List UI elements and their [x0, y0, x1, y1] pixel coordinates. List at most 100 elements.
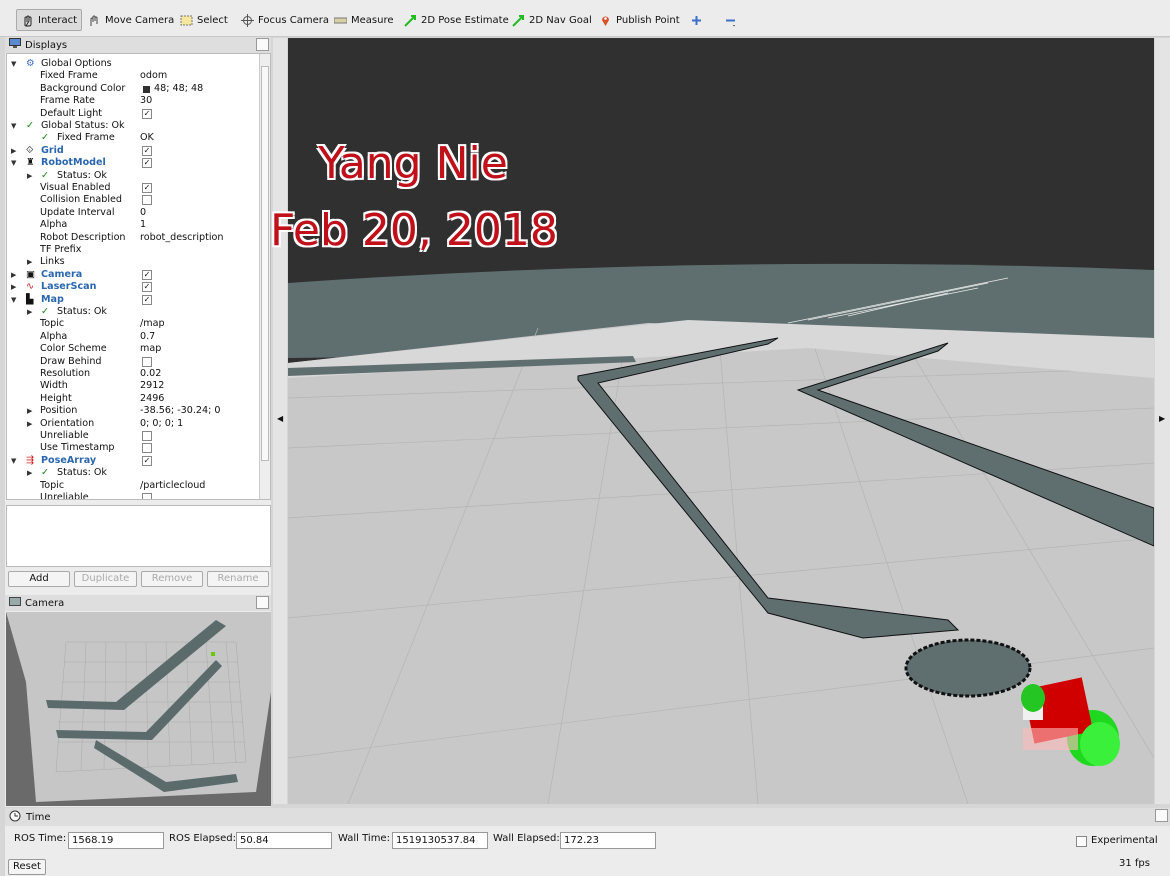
displays-title: Displays	[25, 39, 68, 51]
visual-enabled-checkbox[interactable]: ✓	[142, 183, 152, 193]
tree-row-update-interval[interactable]: Update Interval 0	[7, 207, 259, 219]
green-arrow-icon	[404, 14, 417, 27]
tree-row-use-timestamp[interactable]: Use Timestamp	[7, 442, 259, 454]
laserscan-checkbox[interactable]: ✓	[142, 282, 152, 293]
tree-row-draw-behind[interactable]: Draw Behind	[7, 356, 259, 368]
undock-button[interactable]	[256, 38, 269, 51]
map-checkbox[interactable]: ✓	[142, 294, 152, 305]
tree-row-width[interactable]: Width 2912	[7, 380, 259, 392]
nav-goal-tool[interactable]: 2D Nav Goal	[508, 9, 596, 31]
add-button[interactable]: Add	[8, 571, 70, 587]
robotmodel-checkbox[interactable]: ✓	[142, 158, 152, 169]
tree-row-resolution[interactable]: Resolution 0.02	[7, 368, 259, 380]
grid-icon: ⟐	[26, 144, 34, 156]
toolbar: Interact Move Camera Select Focus Camera…	[0, 0, 1170, 37]
time-undock-button[interactable]	[1155, 809, 1168, 822]
tree-row-map[interactable]: ▼ ▙ Map ✓	[7, 294, 259, 306]
publish-point-label: Publish Point	[616, 14, 680, 26]
experimental-label: Experimental	[1091, 835, 1158, 846]
pose-estimate-tool[interactable]: 2D Pose Estimate	[400, 9, 513, 31]
wall-time-field[interactable]: 1519130537.84	[392, 832, 488, 849]
camera-view[interactable]	[6, 612, 271, 806]
camera-undock-button[interactable]	[256, 596, 269, 609]
tree-row-height[interactable]: Height 2496	[7, 393, 259, 405]
tree-row-posearray-topic[interactable]: Topic/particlecloud	[7, 480, 259, 492]
tree-row-robotmodel[interactable]: ▼ ♜ RobotModel ✓	[7, 157, 259, 169]
ros-elapsed-field[interactable]: 50.84	[236, 832, 332, 849]
tree-row-posearray-unreliable[interactable]: Unreliable	[7, 492, 259, 499]
tree-row-orientation[interactable]: ▶ Orientation 0; 0; 0; 1	[7, 418, 259, 430]
check-icon: ✓	[26, 120, 35, 131]
move-camera-label: Move Camera	[105, 14, 175, 26]
green-arrow-icon	[512, 14, 525, 27]
measure-tool[interactable]: Measure	[330, 9, 398, 31]
use-timestamp-checkbox[interactable]	[142, 443, 152, 454]
tree-row-unreliable[interactable]: Unreliable	[7, 430, 259, 442]
tree-row-map-alpha[interactable]: Alpha 0.7	[7, 331, 259, 343]
default-light-checkbox[interactable]: ✓	[142, 108, 152, 119]
draw-behind-checkbox[interactable]	[142, 356, 152, 367]
tree-row-grid[interactable]: ▶ ⟐ Grid ✓	[7, 145, 259, 157]
tree-row-topic[interactable]: Topic/map	[7, 318, 259, 330]
publish-point-tool[interactable]: Publish Point	[595, 9, 684, 31]
interact-tool[interactable]: Interact	[16, 9, 82, 31]
tree-scrollbar[interactable]	[259, 54, 270, 499]
tree-row-global-options[interactable]: ▼ ⚙ Global Options	[7, 58, 259, 70]
rename-button[interactable]: Rename	[207, 571, 269, 587]
tree-row-global-status[interactable]: ▼ ✓ Global Status: Ok	[7, 120, 259, 132]
description-box	[6, 505, 271, 567]
remove-tool-button[interactable]	[720, 9, 741, 31]
crosshair-icon	[241, 13, 254, 27]
add-tool-button[interactable]	[686, 9, 707, 31]
render-viewport[interactable]: Yang Nie	[288, 38, 1154, 804]
right-collapse-strip[interactable]: ▶	[1155, 38, 1170, 804]
tree-row-collision-enabled[interactable]: Collision Enabled	[7, 194, 259, 206]
focus-camera-tool[interactable]: Focus Camera	[237, 9, 333, 31]
select-tool[interactable]: Select	[176, 9, 232, 31]
tree-row-laserscan[interactable]: ▶ ∿ LaserScan ✓	[7, 281, 259, 293]
check-icon: ✓	[41, 132, 50, 144]
tree-row-visual-enabled[interactable]: Visual Enabled ✓	[7, 182, 259, 194]
unreliable-checkbox[interactable]	[142, 431, 152, 441]
tree-row-frame-rate[interactable]: Frame Rate 30	[7, 95, 259, 107]
posearray-checkbox[interactable]: ✓	[142, 455, 152, 466]
camera-icon: ▣	[26, 268, 36, 280]
displays-tree: ▼ ⚙ Global Options Fixed Frame odom Backgro…	[6, 53, 271, 500]
robot-icon: ♜	[26, 157, 35, 169]
wall-time-label: Wall Time:	[338, 833, 390, 844]
tree-row-background-color[interactable]: Background Color 48; 48; 48	[7, 83, 259, 95]
camera-checkbox[interactable]: ✓	[142, 269, 152, 280]
overlay-name-text: Yang Nie	[318, 138, 508, 189]
tree-row-fixed-frame[interactable]: Fixed Frame odom	[7, 70, 259, 82]
duplicate-button[interactable]: Duplicate	[74, 571, 137, 587]
ros-time-field[interactable]: 1568.19	[68, 832, 164, 849]
left-collapse-strip[interactable]: ◀	[273, 38, 287, 804]
map-icon: ▙	[26, 293, 34, 305]
tree-row-robotmodel-status[interactable]: ▶ ✓ Status: Ok	[7, 170, 259, 182]
clock-icon	[9, 810, 21, 825]
tree-row-links[interactable]: ▶ Links	[7, 256, 259, 268]
tree-row-robot-description[interactable]: Robot Description robot_description	[7, 232, 259, 244]
tree-row-tf-prefix[interactable]: TF Prefix	[7, 244, 259, 256]
tree-row-posearray[interactable]: ▼ ⇶ PoseArray ✓	[7, 455, 259, 467]
collision-enabled-checkbox[interactable]	[142, 195, 152, 206]
displays-header: Displays	[5, 37, 271, 53]
camera-header: Camera	[5, 595, 271, 611]
tree-row-camera[interactable]: ▶ ▣ Camera ✓	[7, 269, 259, 281]
grid-checkbox[interactable]: ✓	[142, 145, 152, 156]
tree-row-alpha[interactable]: Alpha 1	[7, 219, 259, 231]
wall-elapsed-field[interactable]: 172.23	[560, 832, 656, 849]
move-camera-tool[interactable]: Move Camera	[84, 9, 178, 31]
tree-row-map-status[interactable]: ▶ ✓ Status: Ok	[7, 306, 259, 318]
tree-row-status-fixed-frame[interactable]: ✓ Fixed Frame OK	[7, 132, 259, 144]
tree-row-color-scheme[interactable]: Color Scheme map	[7, 343, 259, 355]
posearray-unreliable-checkbox[interactable]	[142, 493, 152, 499]
move-camera-icon	[88, 14, 101, 27]
tree-row-position[interactable]: ▶ Position -38.56; -30.24; 0	[7, 405, 259, 417]
experimental-checkbox[interactable]	[1076, 836, 1087, 847]
tree-row-default-light[interactable]: Default Light ✓	[7, 108, 259, 120]
remove-button[interactable]: Remove	[141, 571, 203, 587]
scrollbar-thumb[interactable]	[261, 66, 269, 461]
tree-row-posearray-status[interactable]: ▶ ✓ Status: Ok	[7, 467, 259, 479]
reset-button[interactable]: Reset	[8, 859, 46, 875]
